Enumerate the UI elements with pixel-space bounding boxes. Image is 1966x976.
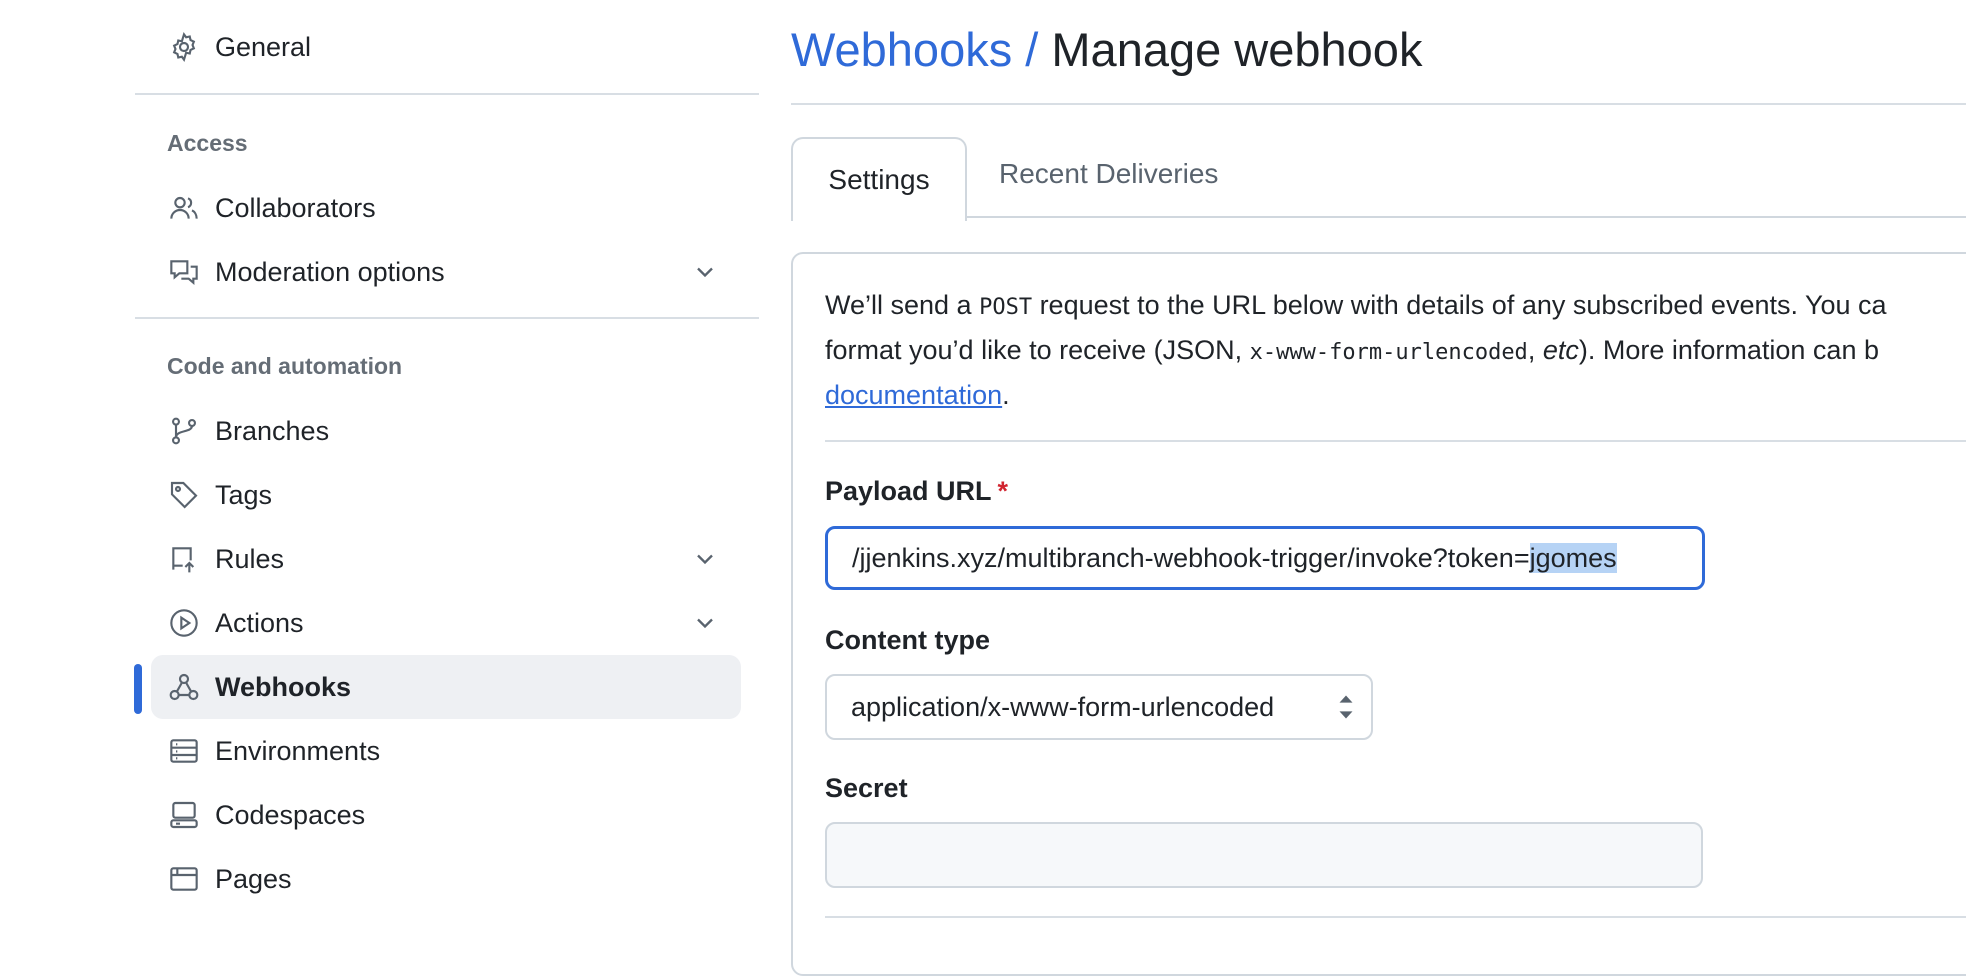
payload-url-text: /jjenkins.xyz/multibranch-webhook-trigge… (852, 542, 1530, 573)
sidebar-item-label: Codespaces (215, 799, 366, 830)
webhook-description: We’ll send a POST request to the URL bel… (825, 284, 1966, 416)
payload-url-label-text: Payload URL (825, 476, 992, 506)
gear-icon (167, 30, 201, 64)
sidebar-item-label: Tags (215, 479, 273, 510)
payload-url-input[interactable]: /jjenkins.xyz/multibranch-webhook-trigge… (825, 526, 1705, 590)
documentation-link[interactable]: documentation (825, 380, 1002, 410)
sidebar-item-tags[interactable]: Tags (151, 463, 741, 527)
sidebar-item-codespaces[interactable]: Codespaces (151, 783, 741, 847)
required-marker: * (997, 476, 1009, 506)
select-arrows-icon (1339, 695, 1353, 719)
tab-recent-deliveries[interactable]: Recent Deliveries (999, 158, 1218, 190)
sidebar-item-moderation[interactable]: Moderation options (151, 240, 741, 304)
sidebar-item-label: Pages (215, 863, 292, 894)
people-icon (167, 191, 201, 225)
sidebar-item-label: Actions (215, 607, 304, 638)
main-content: Webhooks / Manage webhook Settings Recen… (791, 0, 1966, 976)
description-text: format you’d like to receive (JSON, (825, 335, 1250, 365)
payload-url-value: /jjenkins.xyz/multibranch-webhook-trigge… (852, 542, 1617, 574)
sidebar-item-collaborators[interactable]: Collaborators (151, 176, 741, 240)
settings-sidebar: General Access Collaborators Moderation … (134, 0, 759, 924)
breadcrumb-current: Manage webhook (1051, 23, 1423, 76)
description-text: . (1002, 380, 1010, 410)
sidebar-item-label: Webhooks (215, 671, 352, 702)
content-type-value: application/x-www-form-urlencoded (851, 691, 1275, 722)
payload-url-label: Payload URL * (825, 476, 1008, 507)
description-code: x-www-form-urlencoded (1249, 340, 1528, 365)
sidebar-divider (135, 317, 759, 319)
section-title-code-automation: Code and automation (167, 353, 403, 379)
codespaces-icon (167, 798, 201, 832)
browser-icon (167, 862, 201, 896)
tag-icon (167, 478, 201, 512)
description-line-1: We’ll send a POST request to the URL bel… (825, 284, 1966, 329)
sidebar-divider (135, 93, 759, 95)
payload-url-selection: jgomes (1529, 542, 1617, 573)
sidebar-item-webhooks[interactable]: Webhooks (151, 655, 741, 719)
description-divider (825, 440, 1966, 442)
repo-push-icon (167, 542, 201, 576)
header-divider (791, 103, 1966, 105)
tabs-underline (963, 216, 1966, 218)
description-line-2: format you’d like to receive (JSON, x-ww… (825, 329, 1966, 374)
description-text: , (1527, 335, 1543, 365)
active-indicator (134, 664, 142, 714)
play-icon (167, 606, 201, 640)
description-text: ). More information can b (1578, 335, 1879, 365)
page-title: Webhooks / Manage webhook (791, 22, 1422, 77)
sidebar-item-branches[interactable]: Branches (151, 399, 741, 463)
section-title-access: Access (167, 130, 248, 156)
comment-discussion-icon (167, 255, 201, 289)
sidebar-item-rules[interactable]: Rules (151, 527, 741, 591)
breadcrumb-separator: / (1025, 23, 1039, 76)
sidebar-item-label: Moderation options (215, 256, 445, 287)
secret-label: Secret (825, 773, 908, 803)
description-code: POST (979, 295, 1033, 320)
sidebar-item-label: Collaborators (215, 192, 376, 223)
tab-settings[interactable]: Settings (791, 137, 967, 221)
sidebar-item-label: Rules (215, 543, 285, 574)
chevron-down-icon[interactable] (691, 545, 719, 573)
webhook-icon (167, 670, 201, 704)
content-type-label: Content type (825, 625, 990, 655)
description-text: We’ll send a (825, 290, 980, 320)
content-type-select[interactable]: application/x-www-form-urlencoded (825, 674, 1373, 740)
chevron-down-icon[interactable] (691, 609, 719, 637)
section-divider (825, 916, 1966, 918)
description-italic: etc (1542, 335, 1579, 365)
sidebar-item-label: General (215, 31, 312, 62)
description-line-3: documentation. (825, 374, 1966, 416)
sidebar-item-pages[interactable]: Pages (151, 847, 741, 911)
chevron-down-icon[interactable] (691, 258, 719, 286)
sidebar-item-general[interactable]: General (151, 15, 741, 79)
sidebar-item-label: Environments (215, 735, 381, 766)
description-text: request to the URL below with details of… (1032, 290, 1887, 320)
sidebar-item-environments[interactable]: Environments (151, 719, 741, 783)
sidebar-item-actions[interactable]: Actions (151, 591, 741, 655)
server-icon (167, 734, 201, 768)
git-branch-icon (167, 414, 201, 448)
secret-input[interactable] (825, 822, 1703, 888)
breadcrumb-webhooks[interactable]: Webhooks (791, 23, 1012, 76)
sidebar-item-label: Branches (215, 415, 330, 446)
